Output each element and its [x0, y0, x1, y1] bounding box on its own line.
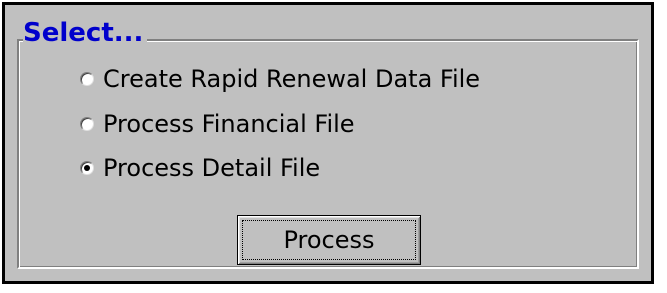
- option-label: Create Rapid Renewal Data File: [103, 65, 481, 93]
- select-dialog: Select... Create Rapid Renewal Data File…: [2, 2, 654, 284]
- option-process-financial[interactable]: Process Financial File: [80, 106, 355, 142]
- radio-button-icon[interactable]: [80, 117, 94, 131]
- option-label: Process Detail File: [103, 154, 321, 182]
- radio-button-icon[interactable]: [80, 161, 94, 175]
- groupbox-title: Select...: [23, 17, 148, 49]
- option-create-rapid-renewal[interactable]: Create Rapid Renewal Data File: [80, 61, 480, 97]
- radio-button-icon[interactable]: [80, 72, 94, 86]
- process-button-label: Process: [283, 226, 375, 254]
- process-button[interactable]: Process: [237, 215, 421, 265]
- option-label: Process Financial File: [103, 110, 355, 138]
- option-process-detail[interactable]: Process Detail File: [80, 150, 320, 186]
